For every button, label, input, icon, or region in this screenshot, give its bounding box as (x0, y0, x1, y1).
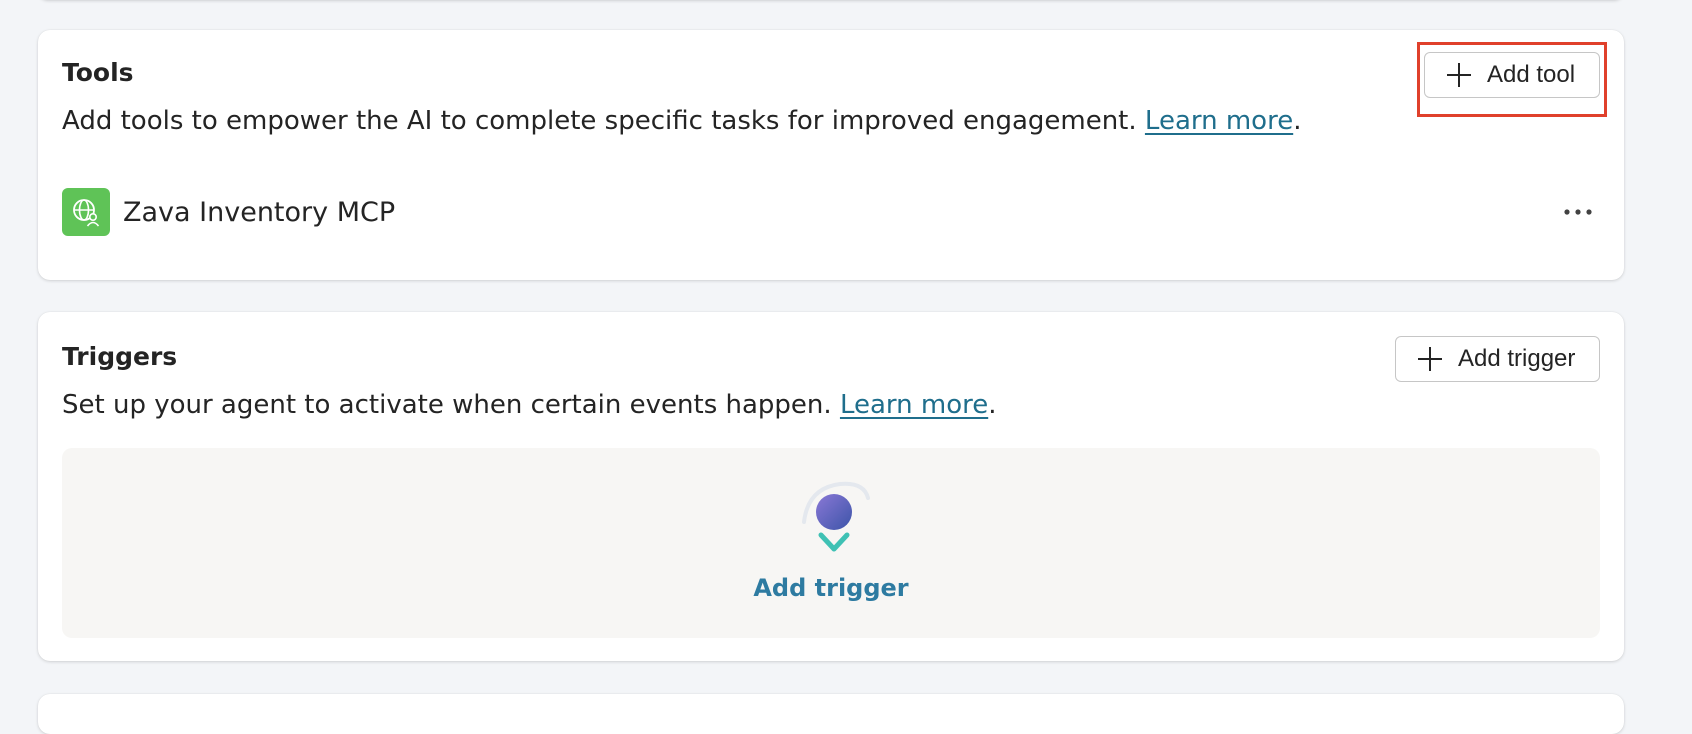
tools-title: Tools (62, 58, 134, 87)
tools-description: Add tools to empower the AI to complete … (62, 106, 1301, 136)
triggers-title: Triggers (62, 342, 178, 371)
globe-person-icon (62, 188, 110, 236)
add-trigger-link[interactable]: Add trigger (62, 574, 1600, 602)
triggers-description: Set up your agent to activate when certa… (62, 390, 996, 420)
tools-description-period: . (1293, 106, 1302, 136)
trigger-arrow-icon (802, 481, 870, 552)
tools-card: Tools Add tools to empower the AI to com… (38, 30, 1624, 280)
tool-name: Zava Inventory MCP (123, 196, 396, 228)
triggers-learn-more-link[interactable]: Learn more (840, 390, 988, 420)
tools-description-text: Add tools to empower the AI to complete … (62, 106, 1145, 136)
plus-icon (1418, 347, 1442, 371)
triggers-card: Triggers Set up your agent to activate w… (38, 312, 1624, 661)
next-section-card (38, 694, 1624, 734)
tool-item[interactable]: Zava Inventory MCP (62, 188, 1602, 236)
triggers-description-text: Set up your agent to activate when certa… (62, 390, 840, 420)
triggers-empty-state: Add trigger (62, 448, 1600, 638)
triggers-description-period: . (988, 390, 997, 420)
add-trigger-label: Add trigger (1458, 345, 1576, 372)
ellipsis-icon (1564, 209, 1592, 215)
more-options-button[interactable] (1558, 192, 1598, 232)
highlight-box (1417, 42, 1607, 117)
add-trigger-button[interactable]: Add trigger (1395, 336, 1600, 382)
tools-learn-more-link[interactable]: Learn more (1145, 106, 1293, 136)
